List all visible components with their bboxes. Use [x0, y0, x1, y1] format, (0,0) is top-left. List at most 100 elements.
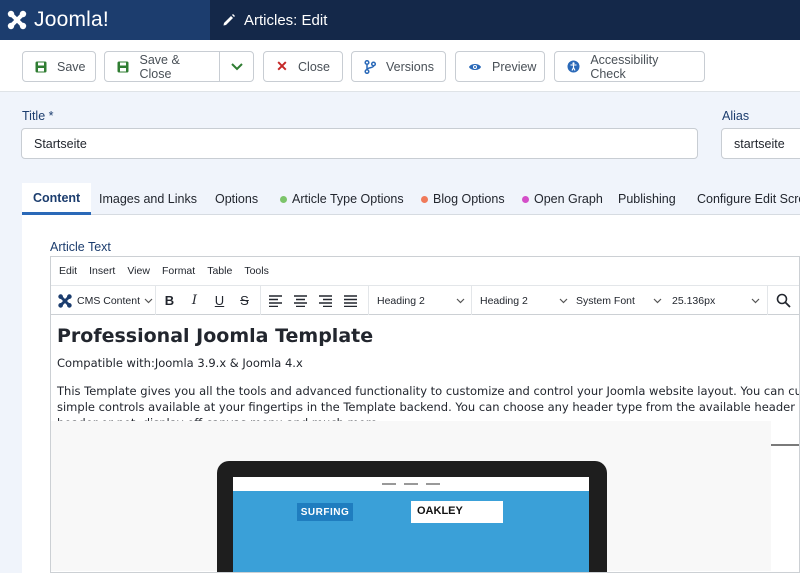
chevron-down-icon	[144, 298, 153, 303]
align-left-icon[interactable]	[263, 294, 288, 307]
orange-dot-icon	[421, 195, 428, 203]
menu-tools[interactable]: Tools	[244, 265, 269, 277]
alias-input[interactable]: startseite	[721, 128, 800, 159]
close-icon: ✕	[276, 58, 288, 74]
style-format-value: Heading 2	[480, 294, 528, 307]
accessibility-check-button-label: Accessibility Check	[590, 52, 659, 81]
rich-text-editor: Edit Insert View Format Table Tools CMS …	[50, 256, 800, 573]
menu-insert[interactable]: Insert	[89, 265, 115, 277]
underline-icon[interactable]: U	[207, 293, 232, 308]
laptop-screen: SURFING OAKLEY	[233, 477, 589, 572]
surfing-banner: SURFING	[297, 503, 353, 521]
close-button-label: Close	[298, 59, 330, 74]
menu-format[interactable]: Format	[162, 265, 195, 277]
joomla-icon	[58, 293, 72, 308]
action-toolbar: Save Save & Close ✕ Close Versions Previ…	[0, 40, 800, 92]
align-center-icon[interactable]	[288, 294, 313, 307]
alias-label: Alias	[722, 109, 750, 123]
tab-blog-options-label: Blog Options	[433, 192, 505, 206]
chevron-down-icon	[751, 298, 760, 303]
title-input[interactable]: Startseite	[21, 128, 698, 159]
universal-access-icon	[567, 60, 580, 74]
tab-publishing[interactable]: Publishing	[618, 183, 676, 215]
style-format-select[interactable]: Heading 2	[480, 286, 568, 315]
tab-options-label: Options	[215, 192, 259, 206]
pencil-icon	[223, 14, 235, 26]
chevron-down-icon	[230, 62, 243, 70]
joomla-logo-text: Joomla!	[34, 8, 109, 31]
chevron-down-icon	[559, 298, 568, 303]
tab-content-label: Content	[33, 190, 81, 205]
font-size-value: 25.136px	[672, 294, 716, 307]
close-button[interactable]: ✕ Close	[263, 51, 343, 82]
content-paragraph-line-1: This Template gives you all the tools an…	[57, 384, 800, 398]
find-replace-button[interactable]	[776, 286, 791, 315]
menu-table[interactable]: Table	[207, 265, 232, 277]
title-label: Title *	[22, 109, 54, 123]
oakley-banner: OAKLEY	[411, 501, 503, 523]
joomla-logo[interactable]: Joomla!	[0, 0, 210, 40]
save-button[interactable]: Save	[22, 51, 96, 82]
content-heading: Professional Joomla Template	[57, 325, 374, 347]
laptop-mockup: SURFING OAKLEY	[217, 461, 607, 572]
text-format-group: B I U S	[157, 286, 257, 315]
block-format-select[interactable]: Heading 2	[377, 286, 465, 315]
versions-button[interactable]: Versions	[351, 51, 446, 82]
font-family-select[interactable]: System Font	[576, 286, 662, 315]
versions-button-label: Versions	[386, 59, 434, 74]
strikethrough-icon[interactable]: S	[232, 293, 257, 308]
save-icon	[35, 60, 47, 74]
align-justify-icon[interactable]	[338, 294, 363, 307]
screen-nav-bar	[233, 477, 589, 491]
article-tabs: Content Images and Links Options Article…	[22, 183, 800, 215]
search-icon	[776, 293, 791, 308]
content-paragraph-line-2: simple controls available at your finger…	[57, 400, 799, 414]
cms-content-dropdown[interactable]: CMS Content	[57, 286, 153, 315]
green-dot-icon	[280, 195, 287, 203]
tab-article-type-options[interactable]: Article Type Options	[280, 183, 404, 215]
preview-button-label: Preview	[492, 59, 537, 74]
tab-content[interactable]: Content	[22, 183, 92, 215]
block-format-value: Heading 2	[377, 294, 425, 307]
save-icon	[117, 60, 129, 74]
italic-icon[interactable]: I	[182, 293, 207, 308]
joomla-logo-icon	[7, 10, 27, 30]
article-text-label: Article Text	[50, 240, 111, 254]
save-close-button-label: Save & Close	[139, 52, 180, 81]
accessibility-check-button[interactable]: Accessibility Check	[554, 51, 705, 82]
align-right-icon[interactable]	[313, 294, 338, 307]
content-compat-line: Compatible with:Joomla 3.9.x & Joomla 4.…	[57, 356, 303, 370]
template-preview-image[interactable]: SURFING OAKLEY	[51, 421, 771, 572]
editor-menubar: Edit Insert View Format Table Tools	[51, 257, 799, 285]
preview-button[interactable]: Preview	[455, 51, 545, 82]
menu-edit[interactable]: Edit	[59, 265, 77, 277]
tab-configure-edit-screen[interactable]: Configure Edit Scre	[697, 183, 800, 215]
menu-view[interactable]: View	[127, 265, 150, 277]
chevron-down-icon	[653, 298, 662, 303]
admin-header: Joomla! Articles: Edit	[0, 0, 800, 40]
font-size-select[interactable]: 25.136px	[672, 286, 760, 315]
alignment-group	[263, 286, 363, 315]
tab-images-and-links[interactable]: Images and Links	[99, 183, 197, 215]
tab-configure-edit-screen-label: Configure Edit Scre	[697, 192, 800, 206]
save-dropdown-toggle[interactable]	[219, 51, 254, 82]
bold-icon[interactable]: B	[157, 293, 182, 308]
tab-blog-options[interactable]: Blog Options	[421, 183, 505, 215]
editor-toolbar: CMS Content B I U S Heading 2 Heading 2	[51, 285, 799, 315]
eye-icon	[468, 60, 482, 74]
save-close-button[interactable]: Save & Close	[104, 51, 220, 82]
code-branch-icon	[364, 59, 376, 74]
magenta-dot-icon	[522, 195, 529, 203]
cms-content-label: CMS Content	[77, 294, 141, 307]
page-title-text: Articles: Edit	[244, 11, 328, 29]
tab-open-graph[interactable]: Open Graph	[522, 183, 603, 215]
tab-options[interactable]: Options	[215, 183, 258, 215]
tab-article-type-options-label: Article Type Options	[292, 192, 404, 206]
font-family-value: System Font	[576, 294, 635, 307]
chevron-down-icon	[456, 298, 465, 303]
page-title: Articles: Edit	[222, 12, 327, 29]
tab-images-and-links-label: Images and Links	[99, 192, 197, 206]
tab-open-graph-label: Open Graph	[534, 192, 603, 206]
tab-publishing-label: Publishing	[618, 192, 676, 206]
save-button-label: Save	[57, 59, 86, 74]
